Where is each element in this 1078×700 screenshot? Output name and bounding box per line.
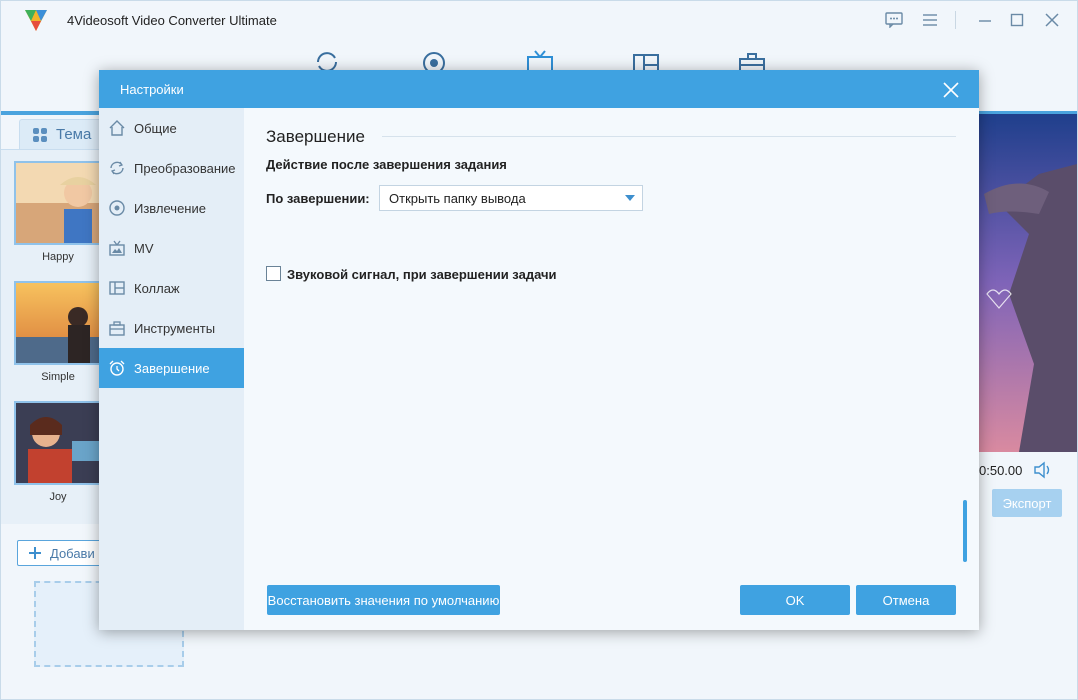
nav-item-general[interactable]: Общие (99, 108, 244, 148)
section-divider (382, 136, 956, 137)
scrollbar-thumb[interactable] (963, 500, 967, 562)
completion-subheading: Действие после завершения задания (266, 157, 507, 172)
nav-item-conversion[interactable]: Преобразование (99, 148, 244, 188)
sound-checkbox-label[interactable]: Звуковой сигнал, при завершении задачи (287, 267, 557, 282)
nav-item-mv[interactable]: MV (99, 228, 244, 268)
restore-defaults-button[interactable]: Восстановить значения по умолчанию (267, 585, 500, 615)
on-finish-select[interactable]: Открыть папку вывода (379, 185, 643, 211)
nav-item-completion[interactable]: Завершение (99, 348, 244, 388)
section-title: Завершение (266, 127, 365, 146)
settings-nav: Общие Преобразование Извлечение MV Колла… (99, 108, 244, 630)
close-icon[interactable] (941, 80, 961, 100)
nav-item-label: Преобразование (134, 160, 236, 176)
sound-checkbox[interactable] (266, 266, 281, 281)
settings-content: Завершение Действие после завершения зад… (244, 108, 979, 630)
dialog-title: Настройки (120, 82, 184, 97)
nav-item-label: Инструменты (134, 320, 216, 336)
nav-item-label: Коллаж (134, 280, 180, 296)
ok-button[interactable]: OK (740, 585, 850, 615)
on-finish-label: По завершении: (266, 191, 370, 206)
cancel-button[interactable]: Отмена (856, 585, 956, 615)
convert-icon (107, 158, 127, 178)
chevron-down-icon (625, 195, 635, 201)
alarm-clock-icon (107, 358, 127, 378)
settings-dialog: Настройки Общие Преобразование Извлечени… (99, 70, 979, 630)
nav-item-extraction[interactable]: Извлечение (99, 188, 244, 228)
on-finish-value: Открыть папку вывода (389, 190, 526, 206)
toolbox-icon (107, 318, 127, 338)
nav-item-tools[interactable]: Инструменты (99, 308, 244, 348)
nav-item-label: Общие (134, 120, 177, 136)
nav-item-label: MV (134, 240, 154, 256)
dialog-header: Настройки (99, 70, 979, 108)
nav-item-collage[interactable]: Коллаж (99, 268, 244, 308)
collage-icon (107, 278, 127, 298)
nav-item-label: Завершение (134, 360, 210, 376)
home-icon (107, 118, 127, 138)
tv-icon (107, 238, 127, 258)
nav-item-label: Извлечение (134, 200, 206, 216)
disc-icon (107, 198, 127, 218)
